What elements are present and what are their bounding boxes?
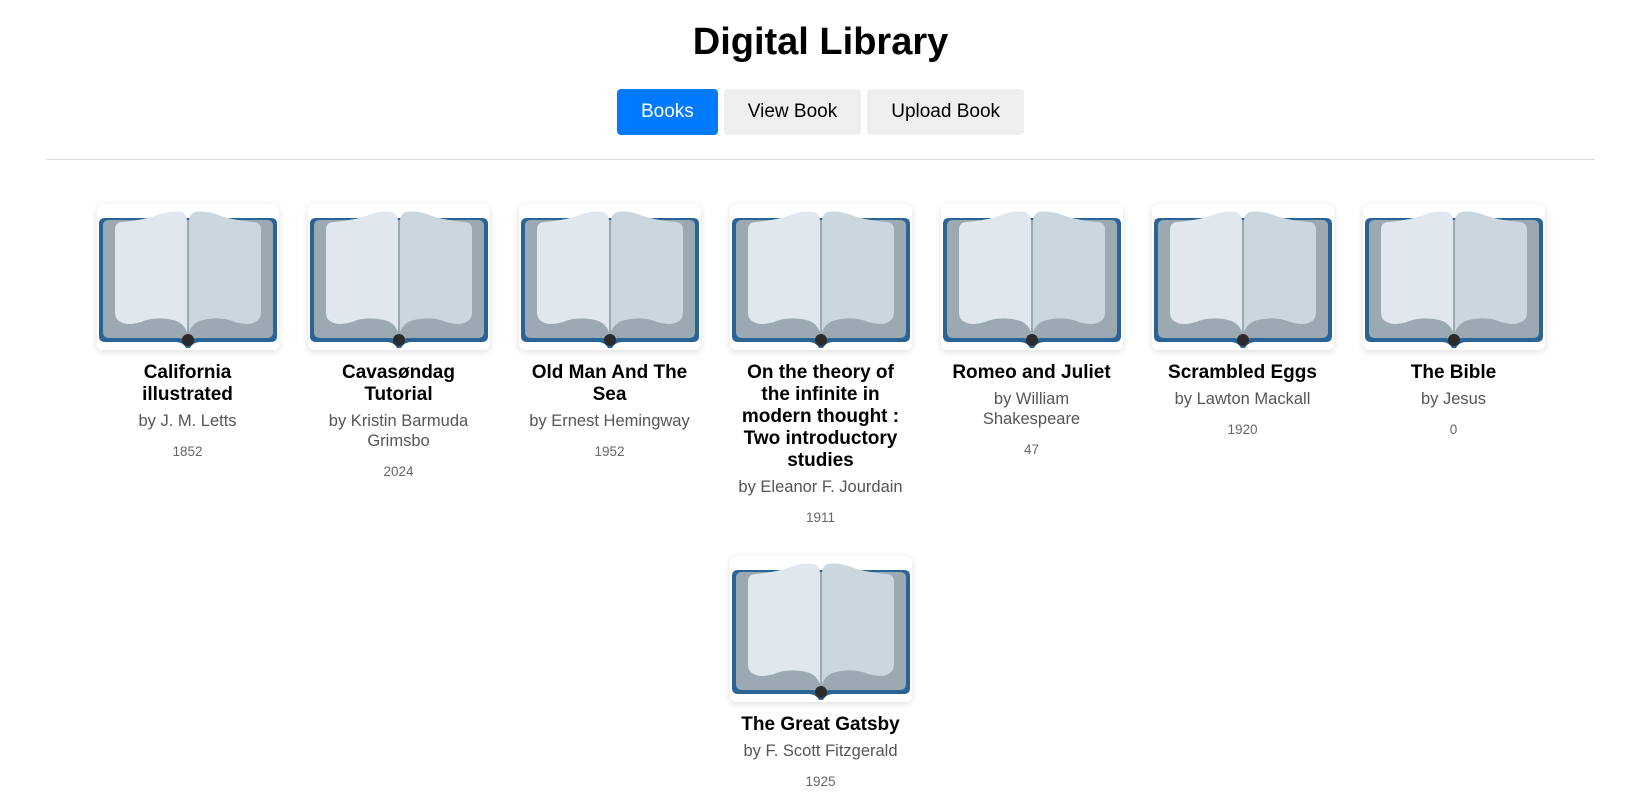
book-author: by Jesus bbox=[1420, 390, 1487, 408]
open-book-icon bbox=[731, 563, 910, 700]
main-nav: Books View Book Upload Book bbox=[0, 89, 1641, 135]
book-title[interactable]: On the theory of the infinite in modern … bbox=[730, 362, 912, 472]
book-grid: California illustrated by J. M. Letts 18… bbox=[0, 160, 1641, 790]
book-year: 1920 bbox=[1227, 422, 1258, 437]
page-title: Digital Library bbox=[692, 21, 949, 63]
open-book-icon bbox=[309, 211, 488, 348]
book-author: by Lawton Mackall bbox=[1174, 390, 1311, 408]
book-title[interactable]: Scrambled Eggs bbox=[1152, 362, 1334, 384]
open-book-icon bbox=[98, 211, 277, 348]
book-year: 0 bbox=[1449, 422, 1458, 437]
book-author: by J. M. Letts bbox=[138, 412, 237, 430]
book-year: 1911 bbox=[805, 510, 836, 525]
upload-book-tab-button[interactable]: Upload Book bbox=[867, 89, 1025, 135]
book-card[interactable]: On the theory of the infinite in modern … bbox=[729, 204, 912, 526]
book-card[interactable]: Scrambled Eggs by Lawton Mackall 1920 bbox=[1151, 204, 1334, 526]
book-year: 47 bbox=[1023, 442, 1040, 457]
book-cover[interactable] bbox=[729, 204, 912, 350]
book-year: 2024 bbox=[383, 464, 414, 479]
book-cover[interactable] bbox=[518, 204, 701, 350]
book-title[interactable]: California illustrated bbox=[97, 362, 279, 406]
book-year: 1925 bbox=[805, 774, 836, 789]
open-book-icon bbox=[1364, 211, 1543, 348]
book-author: by Eleanor F. Jourdain bbox=[738, 478, 903, 496]
open-book-icon bbox=[1153, 211, 1332, 348]
book-card[interactable]: Old Man And The Sea by Ernest Hemingway … bbox=[518, 204, 701, 526]
book-cover[interactable] bbox=[940, 204, 1123, 350]
books-tab-button[interactable]: Books bbox=[616, 89, 718, 135]
book-title[interactable]: Old Man And The Sea bbox=[519, 362, 701, 406]
book-cover[interactable] bbox=[729, 556, 912, 702]
book-card[interactable]: The Bible by Jesus 0 bbox=[1362, 204, 1545, 526]
book-year: 1852 bbox=[172, 444, 203, 459]
book-card[interactable]: Romeo and Juliet by William Shakespeare … bbox=[940, 204, 1123, 526]
book-card[interactable]: California illustrated by J. M. Letts 18… bbox=[96, 204, 279, 526]
book-title[interactable]: The Great Gatsby bbox=[730, 714, 912, 736]
book-card[interactable]: Cavasøndag Tutorial by Kristin Barmuda G… bbox=[307, 204, 490, 526]
book-card[interactable]: The Great Gatsby by F. Scott Fitzgerald … bbox=[729, 556, 912, 790]
view-book-tab-button[interactable]: View Book bbox=[723, 89, 862, 135]
book-cover[interactable] bbox=[96, 204, 279, 350]
book-cover[interactable] bbox=[1151, 204, 1334, 350]
open-book-icon bbox=[942, 211, 1121, 348]
book-title[interactable]: Cavasøndag Tutorial bbox=[308, 362, 490, 406]
book-title[interactable]: The Bible bbox=[1363, 362, 1545, 384]
book-author: by Kristin Barmuda Grimsbo bbox=[328, 412, 469, 450]
open-book-icon bbox=[731, 211, 910, 348]
book-cover[interactable] bbox=[1362, 204, 1545, 350]
book-title[interactable]: Romeo and Juliet bbox=[941, 362, 1123, 384]
book-cover[interactable] bbox=[307, 204, 490, 350]
book-author: by William Shakespeare bbox=[982, 390, 1081, 428]
book-author: by Ernest Hemingway bbox=[529, 412, 690, 430]
book-author: by F. Scott Fitzgerald bbox=[743, 742, 898, 760]
book-year: 1952 bbox=[594, 444, 625, 459]
open-book-icon bbox=[520, 211, 699, 348]
